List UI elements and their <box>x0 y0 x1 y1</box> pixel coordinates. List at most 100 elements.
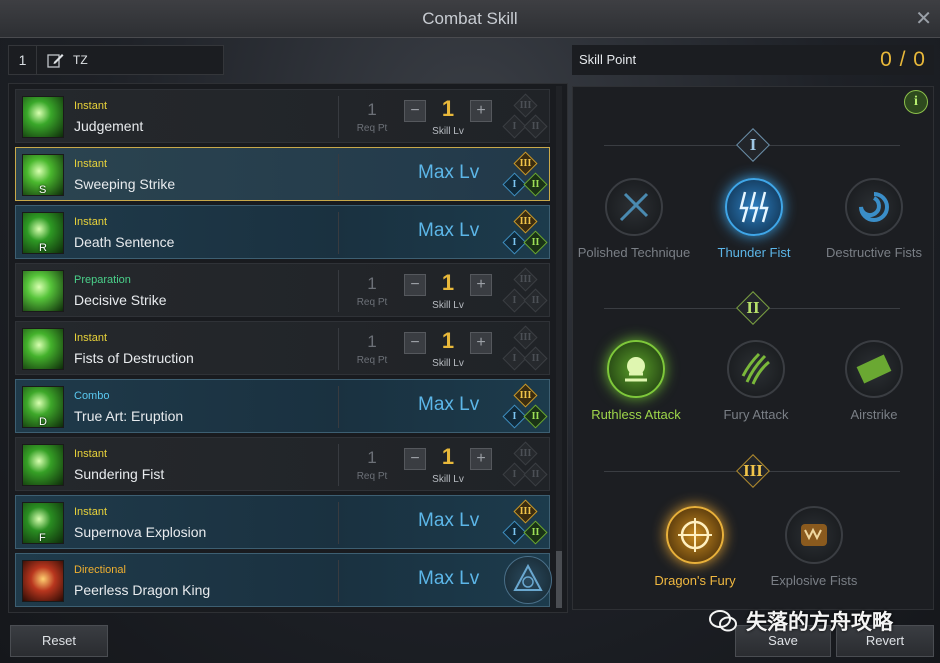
skill-level-value: 1 <box>441 270 455 295</box>
tripod-thunder-fist[interactable]: Thunder Fist <box>694 178 814 261</box>
tripod-numeral: III <box>519 390 532 401</box>
required-points: 1 Req Pt <box>352 332 392 366</box>
tripod-indicator[interactable]: III I II <box>502 267 548 314</box>
req-points-value: 1 <box>367 274 377 293</box>
max-level-label: Max Lv <box>418 568 480 589</box>
tripod-numeral: I <box>512 527 517 538</box>
level-down-button[interactable]: − <box>404 332 426 354</box>
divider <box>338 96 339 138</box>
tripod-indicator[interactable]: III I II <box>502 383 548 430</box>
skill-row[interactable]: R Instant Death Sentence Max Lv III I II <box>15 205 550 259</box>
tripod-tier3-indicator: III <box>513 151 538 176</box>
skill-row[interactable]: Directional Peerless Dragon King Max Lv <box>15 553 552 607</box>
tripod-tier2-indicator: II <box>523 172 548 197</box>
tripod-name: Airstrike <box>850 407 898 422</box>
skill-type: Directional <box>74 564 126 576</box>
level-up-button[interactable]: + <box>470 100 492 122</box>
tripod-ruthless-attack[interactable]: Ruthless Attack <box>576 340 696 423</box>
divider <box>338 502 339 544</box>
tripod-indicator[interactable]: III I II <box>502 499 548 546</box>
skill-row[interactable]: D Combo True Art: Eruption Max Lv III I II <box>15 379 550 433</box>
divider <box>338 560 339 602</box>
tripod-tier3-indicator: III <box>513 383 538 408</box>
max-level-label: Max Lv <box>418 394 480 415</box>
skill-icon: R <box>22 212 64 254</box>
tripod-dragons-fury[interactable]: Dragon's Fury <box>635 506 755 589</box>
divider <box>338 270 339 312</box>
skill-row[interactable]: Instant Fists of Destruction 1 Req Pt −1 + Ski… <box>15 321 550 375</box>
tripod-polished-technique[interactable]: Polished Technique <box>574 178 694 261</box>
skill-hotkey: S <box>39 184 47 196</box>
skill-icon: F <box>22 502 64 544</box>
skill-row[interactable]: Preparation Decisive Strike 1 Req Pt −1 + Skil… <box>15 263 550 317</box>
divider <box>338 154 339 196</box>
tripod-indicator[interactable]: III I II <box>502 441 548 488</box>
level-down-button[interactable]: − <box>404 274 426 296</box>
skill-name: Sweeping Strike <box>74 176 176 192</box>
max-level-label: Max Lv <box>418 162 480 183</box>
watermark-text: 失落的方舟攻略 <box>746 610 893 634</box>
skill-point-label: Skill Point <box>579 52 637 67</box>
level-up-button[interactable]: + <box>470 448 492 470</box>
required-points: 1 Req Pt <box>352 274 392 308</box>
info-button[interactable]: i <box>904 90 928 114</box>
skill-icon: S <box>22 154 64 196</box>
tripod-numeral: II <box>531 353 540 364</box>
scrollbar[interactable] <box>556 86 562 608</box>
tripod-indicator[interactable]: III I II <box>502 209 548 256</box>
tripod-tier2-indicator: II <box>523 404 548 429</box>
skill-level-label: Skill Lv <box>432 300 464 311</box>
skill-icon <box>22 560 64 602</box>
req-points-label: Req Pt <box>356 297 388 308</box>
tripod-indicator[interactable]: III I II <box>502 93 548 140</box>
level-down-button[interactable]: − <box>404 448 426 470</box>
tripod-explosive-fists[interactable]: Explosive Fists <box>754 506 874 589</box>
skill-icon <box>22 444 64 486</box>
skill-type: Instant <box>74 100 108 112</box>
tripod-numeral: III <box>519 158 532 169</box>
destructive-fists-icon <box>845 178 903 236</box>
max-level-label: Max Lv <box>418 220 480 241</box>
skill-row[interactable]: F Instant Supernova Explosion Max Lv III I II <box>15 495 550 549</box>
tripod-numeral: II <box>531 179 540 190</box>
reset-button[interactable]: Reset <box>10 625 108 657</box>
level-up-button[interactable]: + <box>470 274 492 296</box>
tripod-numeral: II <box>531 411 540 422</box>
req-points-value: 1 <box>367 332 377 351</box>
skill-name: Supernova Explosion <box>74 524 207 540</box>
tripod-airstrike[interactable]: Airstrike <box>814 340 934 423</box>
skill-hotkey: F <box>39 532 46 544</box>
tripod-destructive-fists[interactable]: Destructive Fists <box>814 178 934 261</box>
skill-type: Instant <box>74 158 108 170</box>
tripod-tier3-indicator: III <box>513 209 538 234</box>
skill-row[interactable]: Instant Judgement 1 Req Pt −1 + Skill Lv III I II <box>15 89 550 143</box>
req-points-value: 1 <box>367 448 377 467</box>
level-down-button[interactable]: − <box>404 100 426 122</box>
tripod-numeral: I <box>512 411 517 422</box>
tripod-fury-attack[interactable]: Fury Attack <box>696 340 816 423</box>
tripod-tier2-indicator: II <box>523 346 548 371</box>
tier1-badge: I <box>736 128 770 162</box>
close-icon[interactable]: ✕ <box>915 6 932 31</box>
level-up-button[interactable]: + <box>470 332 492 354</box>
tripod-tier3-indicator: III <box>513 499 538 524</box>
skill-row[interactable]: Instant Sundering Fist 1 Req Pt −1 + Skill Lv I… <box>15 437 550 491</box>
preset-bar[interactable]: 1 TZ <box>8 45 224 75</box>
skill-row[interactable]: S Instant Sweeping Strike Max Lv III I II <box>15 147 550 201</box>
divider <box>338 386 339 428</box>
tripod-indicator[interactable]: III I II <box>502 325 548 372</box>
window-title: Combat Skill <box>422 9 518 28</box>
divider <box>338 328 339 370</box>
scroll-thumb[interactable] <box>556 551 562 608</box>
tripod-numeral: I <box>512 469 517 480</box>
dragons-fury-icon <box>666 506 724 564</box>
tripod-indicator[interactable]: III I II <box>502 151 548 198</box>
polished-technique-icon <box>605 178 663 236</box>
skill-type: Instant <box>74 332 108 344</box>
tripod-tier3-indicator: III <box>513 267 538 292</box>
title-bar: Combat Skill ✕ <box>0 0 940 38</box>
tripod-name: Polished Technique <box>577 245 691 260</box>
skill-icon <box>22 270 64 312</box>
skill-level-value: 1 <box>441 328 455 353</box>
edit-icon[interactable] <box>47 51 65 69</box>
